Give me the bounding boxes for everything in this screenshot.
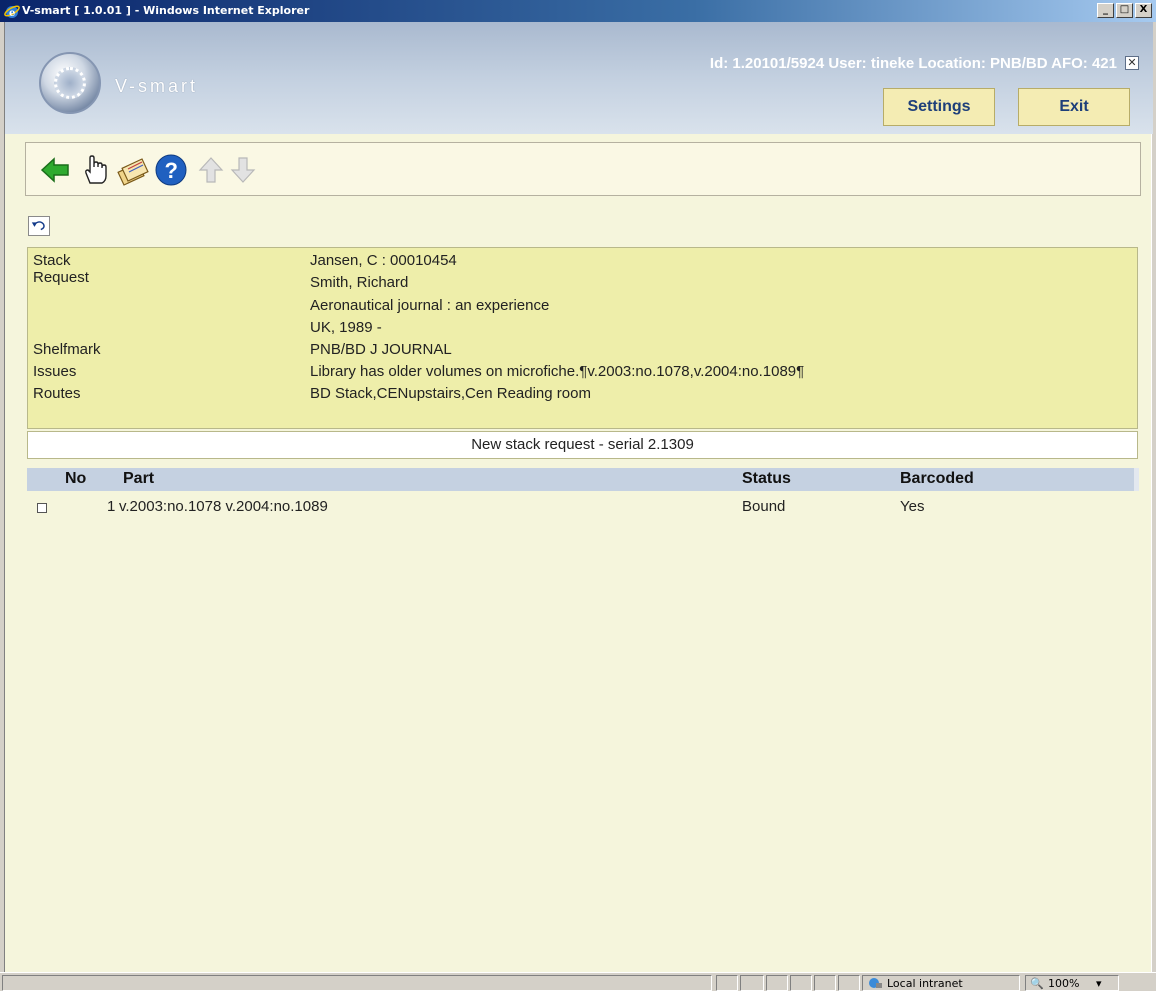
request-slips-icon[interactable] (116, 153, 150, 187)
row-part[interactable]: v.2003:no.1078 v.2004:no.1089 (119, 498, 328, 515)
column-header-status[interactable]: Status (742, 470, 791, 488)
status-cell (838, 975, 860, 991)
zone-cell: Local intranet (862, 975, 1020, 991)
status-cell (766, 975, 788, 991)
window-title: V-smart [ 1.0.01 ] - Windows Internet Ex… (22, 4, 310, 17)
help-icon[interactable]: ? (154, 153, 188, 187)
hand-pointer-icon[interactable] (78, 153, 112, 187)
browser-status-bar: Local intranet 🔍 100% ▾ (0, 972, 1156, 991)
author-value: Smith, Richard (310, 274, 409, 291)
settings-button[interactable]: Settings (883, 88, 995, 126)
toolbar: ? (25, 142, 1141, 196)
stack-request-label: Stack Request (33, 252, 89, 286)
title-value: Aeronautical journal : an experience (310, 297, 550, 314)
maximize-button[interactable]: □ (1116, 3, 1133, 18)
status-cell (716, 975, 738, 991)
zone-label: Local intranet (887, 977, 963, 990)
routes-value: BD Stack,CENupstairs,Cen Reading room (310, 385, 591, 402)
shelfmark-label: Shelfmark (33, 341, 101, 358)
up-arrow-icon[interactable] (194, 153, 228, 187)
window-title-bar: e V-smart [ 1.0.01 ] - Windows Internet … (0, 0, 1156, 22)
row-select-checkbox[interactable] (37, 503, 47, 513)
table-row[interactable]: 1 v.2003:no.1078 v.2004:no.1089 Bound Ye… (27, 496, 1139, 518)
row-no: 1 (107, 498, 116, 515)
table-header: No Part Status Barcoded (27, 468, 1139, 491)
borrower-value: Jansen, C : 00010454 (310, 252, 457, 269)
close-window-button[interactable]: X (1135, 3, 1152, 18)
zoom-level: 100% (1048, 977, 1080, 990)
routes-label: Routes (33, 385, 81, 402)
page-icon (740, 975, 764, 991)
row-status: Bound (742, 498, 786, 515)
undo-icon[interactable] (28, 216, 50, 236)
stack-request-details: Stack Request Jansen, C : 00010454 Smith… (27, 247, 1138, 429)
exit-button[interactable]: Exit (1018, 88, 1130, 126)
column-header-part[interactable]: Part (123, 470, 154, 488)
screen-caption: New stack request - serial 2.1309 (27, 431, 1138, 459)
svg-text:e: e (9, 8, 15, 19)
app-header: V-smart Id: 1.20101/5924 User: tineke Lo… (5, 22, 1153, 134)
browser-content: V-smart Id: 1.20101/5924 User: tineke Lo… (4, 22, 1153, 972)
down-arrow-icon[interactable] (226, 153, 260, 187)
vsmart-logo-icon (39, 52, 101, 114)
app-name: V-smart (115, 76, 199, 96)
publication-value: UK, 1989 - (310, 319, 382, 336)
session-info: Id: 1.20101/5924 User: tineke Location: … (709, 55, 1117, 72)
row-barcoded: Yes (900, 498, 925, 515)
issues-label: Issues (33, 363, 77, 380)
column-header-no[interactable]: No (65, 470, 86, 488)
status-cell (814, 975, 836, 991)
status-text-area (2, 975, 712, 991)
issues-value: Library has older volumes on microfiche.… (310, 363, 805, 380)
back-arrow-icon[interactable] (38, 153, 72, 187)
minimize-button[interactable]: _ (1097, 3, 1114, 18)
close-session-icon[interactable]: ✕ (1125, 56, 1139, 70)
zoom-icon: 🔍 (1030, 977, 1044, 990)
shelfmark-value: PNB/BD J JOURNAL (310, 341, 452, 358)
ie-browser-icon: e (4, 5, 20, 19)
column-header-barcoded[interactable]: Barcoded (900, 470, 974, 488)
svg-text:?: ? (165, 158, 178, 183)
status-cell (790, 975, 812, 991)
zoom-dropdown-icon[interactable]: ▾ (1096, 977, 1102, 990)
local-intranet-icon (869, 978, 882, 988)
zoom-control[interactable]: 🔍 100% ▾ (1025, 975, 1119, 991)
